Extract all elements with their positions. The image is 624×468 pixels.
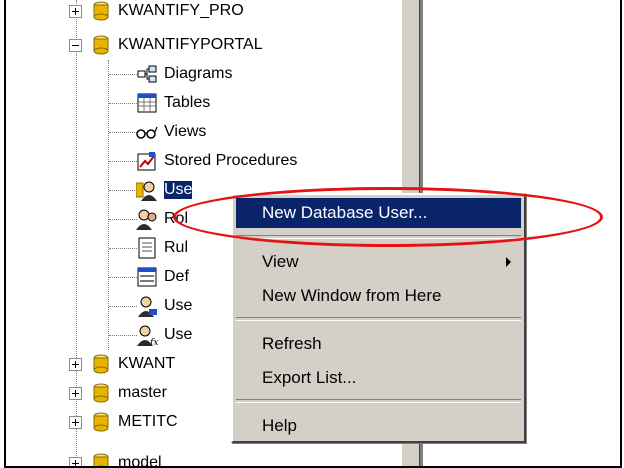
users-icon (136, 179, 158, 201)
tree-connector (109, 306, 137, 308)
tree-node-tables[interactable]: Tables (136, 88, 210, 118)
tree-node-kwantify-pro[interactable]: KWANTIFY_PRO (69, 0, 244, 26)
tree-connector (109, 103, 137, 105)
database-icon (90, 0, 112, 22)
tree-node-label: master (118, 384, 167, 401)
expand-icon[interactable] (69, 415, 82, 429)
tree-node-stored-procedures[interactable]: Stored Procedures (136, 146, 297, 176)
submenu-arrow-icon (506, 257, 511, 267)
tree-node-label: Use (164, 326, 193, 343)
tree-connector (109, 335, 137, 337)
tree-node-label: Use (164, 297, 193, 314)
roles-icon (136, 208, 158, 230)
menu-item-label: Help (262, 416, 297, 435)
glasses-icon (136, 121, 158, 143)
tree-connector (109, 277, 137, 279)
tree-node-label: KWANT (118, 355, 176, 372)
tree-node-metitc[interactable]: METITC (69, 407, 178, 437)
tree-node-label: Def (164, 268, 189, 285)
menu-separator (236, 317, 521, 321)
tree-node-model[interactable]: model (69, 448, 162, 466)
database-icon (90, 452, 112, 466)
tree-node-label: model (118, 454, 162, 466)
tree-node-rules[interactable]: Rul (136, 233, 188, 263)
stored-procedure-icon (136, 150, 158, 172)
diagram-icon (136, 63, 158, 85)
menu-item-new-window-from-here[interactable]: New Window from Here (236, 281, 521, 311)
tree-connector (109, 74, 137, 76)
svg-text:fx: fx (149, 338, 158, 346)
expand-icon[interactable] (69, 357, 82, 371)
tree-node-label: Stored Procedures (164, 152, 298, 169)
user-defined-types-icon (136, 295, 158, 317)
database-icon (90, 353, 112, 375)
tree-node-label: Rul (164, 239, 189, 256)
tree-connector (109, 161, 137, 163)
tree-connector (109, 219, 137, 221)
expand-icon[interactable] (69, 386, 82, 400)
tree-node-views[interactable]: Views (136, 117, 206, 147)
tree-node-user-defined-functions[interactable]: fx Use (136, 320, 192, 350)
tree-node-diagrams[interactable]: Diagrams (136, 59, 232, 89)
tree-node-label: Diagrams (164, 65, 233, 82)
collapse-icon[interactable] (69, 38, 82, 52)
tree-node-user-defined-types[interactable]: Use (136, 291, 192, 321)
tree-connector (109, 132, 137, 134)
menu-item-label: Refresh (262, 334, 322, 353)
tree-node-label: Use (164, 181, 193, 199)
rules-icon (136, 237, 158, 259)
tree-connector (109, 248, 137, 250)
user-defined-functions-icon: fx (136, 324, 158, 346)
database-icon (90, 34, 112, 56)
expand-icon[interactable] (69, 456, 82, 466)
tree-node-label: Views (164, 123, 207, 140)
tree-node-master[interactable]: master (69, 378, 167, 408)
tree-connector (109, 190, 137, 192)
tree-node-kwant[interactable]: KWANT (69, 349, 175, 379)
expand-icon[interactable] (69, 4, 82, 18)
tree-node-label: KWANTIFY_PRO (118, 2, 244, 19)
menu-item-label: Export List... (262, 368, 357, 387)
table-icon (136, 92, 158, 114)
menu-item-export-list[interactable]: Export List... (236, 363, 521, 393)
menu-item-view[interactable]: View (236, 247, 521, 277)
menu-item-label: New Window from Here (262, 286, 442, 305)
tree-node-users[interactable]: Use (136, 175, 193, 205)
tree-node-kwantifyportal[interactable]: KWANTIFYPORTAL (69, 30, 263, 60)
tree-node-label: Tables (164, 94, 211, 111)
database-icon (90, 382, 112, 404)
menu-item-refresh[interactable]: Refresh (236, 329, 521, 359)
menu-item-help[interactable]: Help (236, 411, 521, 441)
tree-node-label: KWANTIFYPORTAL (118, 36, 263, 53)
tree-node-defaults[interactable]: Def (136, 262, 189, 292)
highlight-ellipse (173, 187, 603, 247)
menu-separator (236, 399, 521, 403)
database-icon (90, 411, 112, 433)
tree-node-label: METITC (118, 413, 178, 430)
defaults-icon (136, 266, 158, 288)
menu-item-label: View (262, 252, 299, 271)
